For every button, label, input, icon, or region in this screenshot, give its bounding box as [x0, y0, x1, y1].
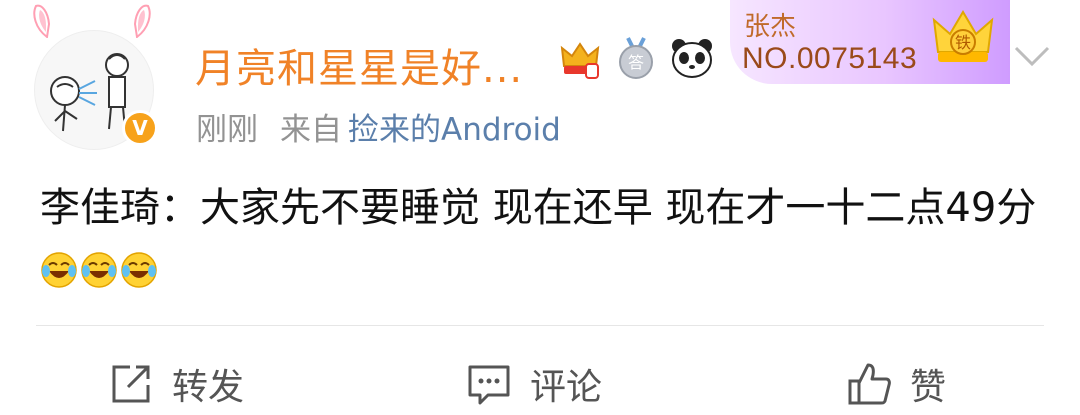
repost-label: 转发	[172, 367, 245, 408]
post-meta: 刚刚 来自 捡来的Android	[196, 104, 561, 149]
fan-badge-star-name: 张杰	[744, 12, 797, 42]
svg-text:答: 答	[628, 53, 644, 72]
answer-medal-icon[interactable]: 答	[614, 36, 658, 80]
avatar-container[interactable]: V	[28, 4, 168, 154]
thumbs-up-icon	[848, 363, 891, 405]
repost-button[interactable]: 转发	[108, 358, 244, 410]
bunny-ear-right-icon	[133, 4, 151, 38]
post-text: 李佳琦：大家先不要睡觉 现在还早 现在才一十二点49分	[40, 185, 1037, 231]
post-source-link[interactable]: 捡来的Android	[348, 112, 561, 148]
like-button[interactable]: 赞	[846, 358, 946, 410]
divider	[36, 325, 1044, 326]
verified-badge: V	[122, 110, 158, 146]
laugh-cry-emoji-icon	[41, 252, 77, 288]
chevron-down-icon[interactable]	[1012, 44, 1052, 68]
post-time: 刚刚	[196, 112, 258, 148]
post-content: 李佳琦：大家先不要睡觉 现在还早 现在才一十二点49分	[40, 176, 1040, 304]
laugh-cry-emoji-icon	[81, 252, 117, 288]
crown-label: 铁	[955, 33, 971, 52]
crown-badge-icon[interactable]	[558, 36, 602, 80]
user-badges: 答	[558, 36, 714, 80]
post-from-label: 来自	[280, 112, 342, 148]
fan-badge-number: NO.0075143	[742, 42, 918, 75]
fan-club-badge[interactable]: 张杰 NO.0075143 铁	[730, 0, 1010, 84]
panda-icon[interactable]	[670, 36, 714, 80]
repost-icon	[112, 365, 150, 403]
username[interactable]: 月亮和星星是好...	[195, 36, 523, 94]
laugh-cry-emoji-icon	[121, 252, 157, 288]
comment-button[interactable]: 评论	[466, 358, 602, 410]
fan-crown-icon: 铁	[932, 10, 994, 62]
bunny-ear-left-icon	[33, 4, 51, 38]
weibo-post-card: V 月亮和星星是好... 答 张杰 NO.0075143 铁 刚刚 来自 捡来的…	[0, 0, 1080, 415]
comment-label: 评论	[530, 367, 603, 408]
comment-icon	[468, 365, 510, 405]
like-label: 赞	[910, 367, 947, 408]
